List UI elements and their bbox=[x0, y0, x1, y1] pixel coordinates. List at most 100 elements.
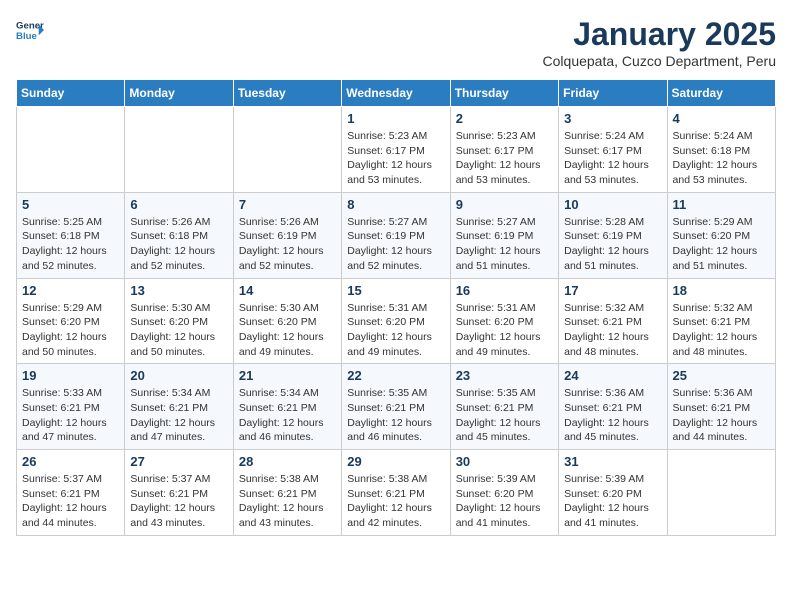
day-number: 9 bbox=[456, 197, 553, 212]
day-info: Sunrise: 5:27 AMSunset: 6:19 PMDaylight:… bbox=[347, 215, 444, 274]
calendar-cell: 28Sunrise: 5:38 AMSunset: 6:21 PMDayligh… bbox=[233, 450, 341, 536]
day-number: 10 bbox=[564, 197, 661, 212]
day-number: 1 bbox=[347, 111, 444, 126]
calendar-cell: 6 Sunrise: 5:26 AMSunset: 6:18 PMDaylight… bbox=[125, 192, 233, 278]
day-number: 2 bbox=[456, 111, 553, 126]
calendar-cell: 13Sunrise: 5:30 AMSunset: 6:20 PMDayligh… bbox=[125, 278, 233, 364]
day-info: Sunrise: 5:36 AMSunset: 6:21 PMDaylight:… bbox=[564, 386, 661, 445]
day-number: 25 bbox=[673, 368, 770, 383]
calendar-cell: 22 Sunrise: 5:35 AMSunset: 6:21 PMDayligh… bbox=[342, 364, 450, 450]
day-number: 4 bbox=[673, 111, 770, 126]
location-subtitle: Colquepata, Cuzco Department, Peru bbox=[543, 53, 776, 69]
calendar-table: SundayMondayTuesdayWednesdayThursdayFrid… bbox=[16, 79, 776, 536]
day-number: 21 bbox=[239, 368, 336, 383]
day-info: Sunrise: 5:23 AMSunset: 6:17 PMDaylight:… bbox=[347, 129, 444, 188]
day-number: 8 bbox=[347, 197, 444, 212]
calendar-cell: 16 Sunrise: 5:31 AMSunset: 6:20 PMDayligh… bbox=[450, 278, 558, 364]
calendar-week-row: 26 Sunrise: 5:37 AMSunset: 6:21 PMDayligh… bbox=[17, 450, 776, 536]
calendar-cell bbox=[667, 450, 775, 536]
day-info: Sunrise: 5:23 AMSunset: 6:17 PMDaylight:… bbox=[456, 129, 553, 188]
calendar-cell: 2 Sunrise: 5:23 AMSunset: 6:17 PMDaylight… bbox=[450, 107, 558, 193]
calendar-header-row: SundayMondayTuesdayWednesdayThursdayFrid… bbox=[17, 80, 776, 107]
day-number: 18 bbox=[673, 283, 770, 298]
column-header-tuesday: Tuesday bbox=[233, 80, 341, 107]
day-info: Sunrise: 5:25 AMSunset: 6:18 PMDaylight:… bbox=[22, 215, 119, 274]
logo: General Blue bbox=[16, 16, 44, 44]
column-header-sunday: Sunday bbox=[17, 80, 125, 107]
calendar-cell bbox=[233, 107, 341, 193]
calendar-cell: 14Sunrise: 5:30 AMSunset: 6:20 PMDayligh… bbox=[233, 278, 341, 364]
day-info: Sunrise: 5:24 AMSunset: 6:17 PMDaylight:… bbox=[564, 129, 661, 188]
day-info: Sunrise: 5:30 AMSunset: 6:20 PMDaylight:… bbox=[239, 301, 336, 360]
calendar-cell: 21Sunrise: 5:34 AMSunset: 6:21 PMDayligh… bbox=[233, 364, 341, 450]
calendar-cell: 15Sunrise: 5:31 AMSunset: 6:20 PMDayligh… bbox=[342, 278, 450, 364]
day-number: 22 bbox=[347, 368, 444, 383]
day-number: 3 bbox=[564, 111, 661, 126]
day-number: 11 bbox=[673, 197, 770, 212]
calendar-cell: 7Sunrise: 5:26 AMSunset: 6:19 PMDaylight… bbox=[233, 192, 341, 278]
day-info: Sunrise: 5:35 AMSunset: 6:21 PMDaylight:… bbox=[456, 386, 553, 445]
calendar-cell: 25 Sunrise: 5:36 AMSunset: 6:21 PMDayligh… bbox=[667, 364, 775, 450]
page-header: General Blue January 2025 Colquepata, Cu… bbox=[16, 16, 776, 69]
calendar-week-row: 19Sunrise: 5:33 AMSunset: 6:21 PMDayligh… bbox=[17, 364, 776, 450]
logo-icon: General Blue bbox=[16, 16, 44, 44]
calendar-cell: 3 Sunrise: 5:24 AMSunset: 6:17 PMDaylight… bbox=[559, 107, 667, 193]
calendar-cell: 29 Sunrise: 5:38 AMSunset: 6:21 PMDayligh… bbox=[342, 450, 450, 536]
day-info: Sunrise: 5:24 AMSunset: 6:18 PMDaylight:… bbox=[673, 129, 770, 188]
day-info: Sunrise: 5:38 AMSunset: 6:21 PMDaylight:… bbox=[347, 472, 444, 531]
day-info: Sunrise: 5:38 AMSunset: 6:21 PMDaylight:… bbox=[239, 472, 336, 531]
day-info: Sunrise: 5:26 AMSunset: 6:18 PMDaylight:… bbox=[130, 215, 227, 274]
calendar-cell: 31Sunrise: 5:39 AMSunset: 6:20 PMDayligh… bbox=[559, 450, 667, 536]
day-info: Sunrise: 5:39 AMSunset: 6:20 PMDaylight:… bbox=[456, 472, 553, 531]
day-number: 27 bbox=[130, 454, 227, 469]
calendar-cell bbox=[17, 107, 125, 193]
calendar-cell: 26 Sunrise: 5:37 AMSunset: 6:21 PMDayligh… bbox=[17, 450, 125, 536]
day-info: Sunrise: 5:37 AMSunset: 6:21 PMDaylight:… bbox=[130, 472, 227, 531]
day-info: Sunrise: 5:35 AMSunset: 6:21 PMDaylight:… bbox=[347, 386, 444, 445]
calendar-cell: 10Sunrise: 5:28 AMSunset: 6:19 PMDayligh… bbox=[559, 192, 667, 278]
day-number: 13 bbox=[130, 283, 227, 298]
day-number: 16 bbox=[456, 283, 553, 298]
column-header-wednesday: Wednesday bbox=[342, 80, 450, 107]
column-header-friday: Friday bbox=[559, 80, 667, 107]
calendar-cell bbox=[125, 107, 233, 193]
calendar-cell: 24 Sunrise: 5:36 AMSunset: 6:21 PMDayligh… bbox=[559, 364, 667, 450]
calendar-cell: 9 Sunrise: 5:27 AMSunset: 6:19 PMDaylight… bbox=[450, 192, 558, 278]
day-info: Sunrise: 5:36 AMSunset: 6:21 PMDaylight:… bbox=[673, 386, 770, 445]
calendar-cell: 27 Sunrise: 5:37 AMSunset: 6:21 PMDayligh… bbox=[125, 450, 233, 536]
day-number: 23 bbox=[456, 368, 553, 383]
day-info: Sunrise: 5:31 AMSunset: 6:20 PMDaylight:… bbox=[456, 301, 553, 360]
calendar-cell: 12 Sunrise: 5:29 AMSunset: 6:20 PMDayligh… bbox=[17, 278, 125, 364]
column-header-monday: Monday bbox=[125, 80, 233, 107]
day-info: Sunrise: 5:37 AMSunset: 6:21 PMDaylight:… bbox=[22, 472, 119, 531]
calendar-cell: 23 Sunrise: 5:35 AMSunset: 6:21 PMDayligh… bbox=[450, 364, 558, 450]
day-info: Sunrise: 5:26 AMSunset: 6:19 PMDaylight:… bbox=[239, 215, 336, 274]
day-info: Sunrise: 5:31 AMSunset: 6:20 PMDaylight:… bbox=[347, 301, 444, 360]
column-header-thursday: Thursday bbox=[450, 80, 558, 107]
day-number: 24 bbox=[564, 368, 661, 383]
title-block: January 2025 Colquepata, Cuzco Departmen… bbox=[543, 16, 776, 69]
calendar-week-row: 12 Sunrise: 5:29 AMSunset: 6:20 PMDayligh… bbox=[17, 278, 776, 364]
calendar-week-row: 1 Sunrise: 5:23 AMSunset: 6:17 PMDaylight… bbox=[17, 107, 776, 193]
day-number: 17 bbox=[564, 283, 661, 298]
day-number: 29 bbox=[347, 454, 444, 469]
calendar-cell: 4 Sunrise: 5:24 AMSunset: 6:18 PMDaylight… bbox=[667, 107, 775, 193]
day-info: Sunrise: 5:29 AMSunset: 6:20 PMDaylight:… bbox=[22, 301, 119, 360]
day-number: 6 bbox=[130, 197, 227, 212]
calendar-cell: 1 Sunrise: 5:23 AMSunset: 6:17 PMDaylight… bbox=[342, 107, 450, 193]
day-number: 20 bbox=[130, 368, 227, 383]
day-info: Sunrise: 5:39 AMSunset: 6:20 PMDaylight:… bbox=[564, 472, 661, 531]
day-number: 5 bbox=[22, 197, 119, 212]
calendar-cell: 5 Sunrise: 5:25 AMSunset: 6:18 PMDaylight… bbox=[17, 192, 125, 278]
day-info: Sunrise: 5:33 AMSunset: 6:21 PMDaylight:… bbox=[22, 386, 119, 445]
calendar-cell: 18 Sunrise: 5:32 AMSunset: 6:21 PMDayligh… bbox=[667, 278, 775, 364]
column-header-saturday: Saturday bbox=[667, 80, 775, 107]
day-info: Sunrise: 5:32 AMSunset: 6:21 PMDaylight:… bbox=[673, 301, 770, 360]
calendar-cell: 20Sunrise: 5:34 AMSunset: 6:21 PMDayligh… bbox=[125, 364, 233, 450]
day-info: Sunrise: 5:32 AMSunset: 6:21 PMDaylight:… bbox=[564, 301, 661, 360]
calendar-week-row: 5 Sunrise: 5:25 AMSunset: 6:18 PMDaylight… bbox=[17, 192, 776, 278]
calendar-cell: 11Sunrise: 5:29 AMSunset: 6:20 PMDayligh… bbox=[667, 192, 775, 278]
day-number: 26 bbox=[22, 454, 119, 469]
day-number: 12 bbox=[22, 283, 119, 298]
day-info: Sunrise: 5:27 AMSunset: 6:19 PMDaylight:… bbox=[456, 215, 553, 274]
